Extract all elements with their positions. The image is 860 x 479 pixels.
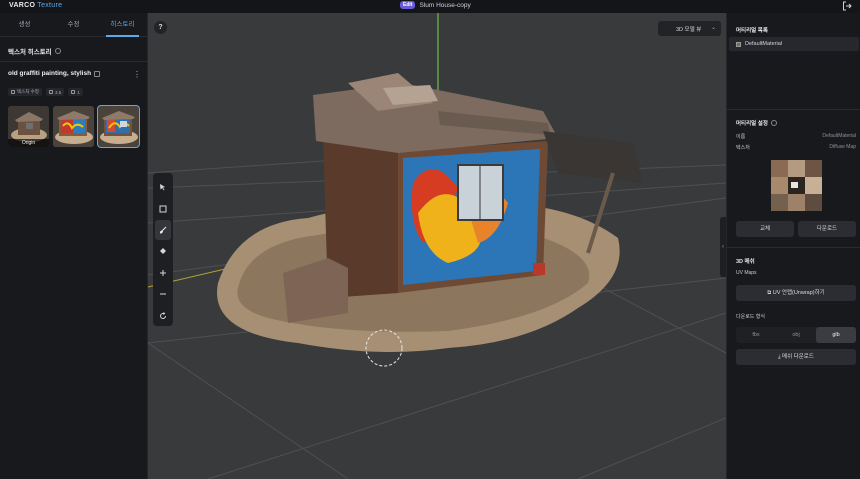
history-title-text: 텍스처 히스토리 xyxy=(8,49,52,56)
house-roof xyxy=(313,83,558,153)
chevron-down-icon: ⌄ xyxy=(710,25,716,31)
material-name-row: 이름 DefaultMaterial xyxy=(736,133,856,140)
zoom-out-button[interactable] xyxy=(155,284,171,304)
texture-value: Diffuse Map xyxy=(829,144,856,150)
count-chip: 1 xyxy=(68,88,83,96)
mode-tabs: 생성 수정 히스토리 xyxy=(0,13,147,37)
3d-viewport[interactable]: ? 3D 모델 뷰 ⌄ ‹ xyxy=(148,13,726,479)
mesh-download-button[interactable]: ⤓ 메쉬 다운로드 xyxy=(736,349,856,365)
house-thumbnail-icon xyxy=(98,106,139,147)
texture-preview xyxy=(771,160,822,211)
material-settings-text: 머티리얼 설정 xyxy=(736,121,768,127)
select-icon xyxy=(160,184,165,191)
mesh-download-label: 메쉬 다운로드 xyxy=(782,354,814,360)
box-select-icon xyxy=(159,205,167,213)
download-format-row: 다운로드 형식 xyxy=(736,313,856,320)
material-item-label: DefaultMaterial xyxy=(745,41,782,47)
top-bar: VARCO Texture Edit Slum House-copy xyxy=(0,0,860,13)
material-list-item[interactable]: DefaultMaterial xyxy=(729,37,859,51)
view-mode-select[interactable]: 3D 모델 뷰 ⌄ xyxy=(658,21,721,36)
view-mode-label: 3D 모델 뷰 xyxy=(676,26,702,33)
history-title: 텍스처 히스토리 xyxy=(8,46,61,56)
check-icon xyxy=(11,90,15,94)
tab-generate[interactable]: 생성 xyxy=(0,13,49,36)
thumbnail-label: Origin xyxy=(8,139,49,147)
app-logo[interactable]: VARCO Texture xyxy=(9,2,62,9)
material-settings-title: 머티리얼 설정 xyxy=(736,119,777,127)
name-value: DefaultMaterial xyxy=(822,133,856,139)
reset-view-button[interactable] xyxy=(155,306,171,326)
thumbnail-origin[interactable]: Origin xyxy=(8,106,49,147)
format-glb[interactable]: glb xyxy=(816,327,856,343)
eraser-icon xyxy=(160,248,166,255)
image-icon xyxy=(71,90,76,94)
format-segmented-control: fbx obj glb xyxy=(736,327,856,343)
name-key: 이름 xyxy=(736,134,746,140)
box-select-tool[interactable] xyxy=(155,198,171,218)
divider xyxy=(0,61,147,62)
material-texture-row: 텍스처 Diffuse Map xyxy=(736,144,856,151)
reset-icon xyxy=(160,311,166,319)
edit-badge: Edit xyxy=(400,1,416,9)
uv-unwrap-label: UV 언랩(Unwrap)하기 xyxy=(772,290,825,296)
download-format-label: 다운로드 형식 xyxy=(736,314,765,320)
brand-name: VARCO xyxy=(9,2,36,9)
zoom-in-icon xyxy=(160,269,166,276)
material-list-title: 머티리얼 목록 xyxy=(736,28,768,34)
history-panel: 생성 수정 히스토리 텍스처 히스토리 old graffiti paintin… xyxy=(0,13,148,479)
replace-button[interactable]: 교체 xyxy=(736,221,794,237)
divider xyxy=(727,247,860,248)
strength-chip-text: 3.5 xyxy=(54,89,62,95)
history-thumbnails: Origin xyxy=(8,105,140,148)
mode-chip: 텍스처 수정 xyxy=(8,88,42,96)
select-tool[interactable] xyxy=(155,177,171,197)
uv-maps-label: UV Maps xyxy=(736,270,757,276)
download-texture-button[interactable]: 다운로드 xyxy=(798,221,856,237)
info-icon[interactable] xyxy=(54,48,61,54)
thumbnail-version-2[interactable] xyxy=(97,105,140,148)
prompt-text: old graffiti painting, stylish xyxy=(8,70,92,77)
document-name: Slum House-copy xyxy=(419,1,471,9)
document-title: Edit Slum House-copy xyxy=(400,1,471,9)
texture-key: 텍스처 xyxy=(736,145,750,151)
strength-icon xyxy=(48,90,53,94)
help-button[interactable]: ? xyxy=(154,21,167,34)
history-prompt: old graffiti painting, stylish xyxy=(8,70,101,77)
strength-chip: 3.5 xyxy=(45,88,65,96)
house-thumbnail-icon xyxy=(53,106,94,147)
uv-unwrap-button[interactable]: ⧉ UV 언랩(Unwrap)하기 xyxy=(736,285,856,301)
divider xyxy=(727,109,860,110)
eraser-tool[interactable] xyxy=(155,241,171,261)
info-icon[interactable] xyxy=(770,120,777,126)
brush-tool[interactable] xyxy=(155,219,171,241)
tab-edit[interactable]: 수정 xyxy=(49,13,98,36)
mesh-section-title: 3D 메쉬 xyxy=(736,259,755,265)
history-meta: 텍스처 수정 3.5 1 xyxy=(8,88,83,96)
thumbnail-version-1[interactable] xyxy=(53,106,94,147)
count-chip-text: 1 xyxy=(77,89,80,95)
format-fbx[interactable]: fbx xyxy=(736,327,776,343)
more-options-icon[interactable]: ⋮ xyxy=(133,70,141,79)
product-name: Texture xyxy=(37,2,63,9)
mode-chip-text: 텍스처 수정 xyxy=(17,89,39,94)
material-panel: 머티리얼 목록 DefaultMaterial 머티리얼 설정 이름 Defau… xyxy=(726,13,860,479)
zoom-out-icon xyxy=(160,293,166,295)
uv-maps-row: UV Maps xyxy=(736,270,856,276)
texture-map-icon xyxy=(771,160,822,211)
viewport-toolbar xyxy=(153,173,173,326)
zoom-in-button[interactable] xyxy=(155,263,171,283)
tab-history[interactable]: 히스토리 xyxy=(98,13,147,37)
scene-render xyxy=(148,13,726,479)
material-swatch-icon xyxy=(736,41,741,47)
copy-icon[interactable] xyxy=(94,70,101,77)
logout-icon[interactable] xyxy=(842,1,852,11)
format-obj[interactable]: obj xyxy=(776,327,816,343)
brush-icon xyxy=(159,226,167,234)
